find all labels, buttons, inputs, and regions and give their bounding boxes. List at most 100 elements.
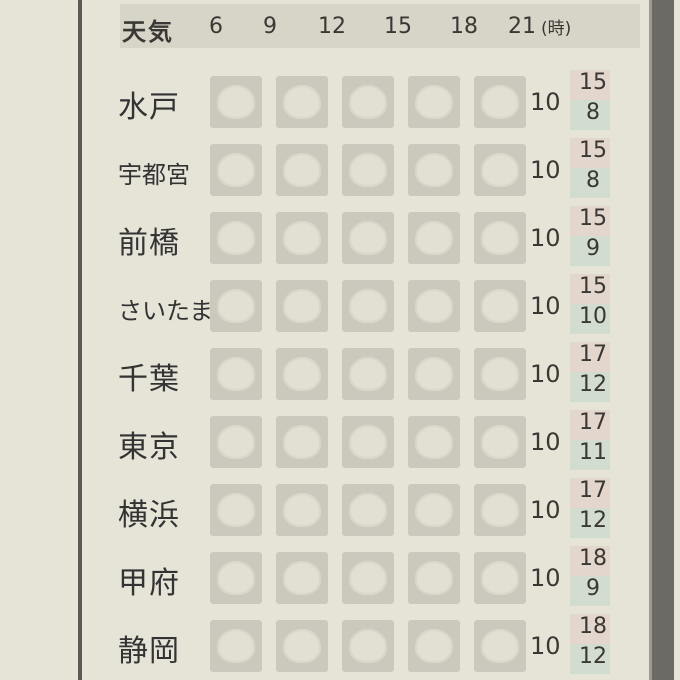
low-temperature: 9 — [586, 576, 600, 601]
cloud-shape — [415, 493, 453, 527]
city-name: さいたま — [118, 297, 214, 325]
low-temperature: 10 — [579, 304, 607, 329]
forecast-row: 水戸 10 15 8 — [110, 70, 620, 132]
precipitation-chance: 10 — [530, 632, 561, 660]
header-title: 天気 — [122, 18, 174, 46]
cloud-icon — [342, 348, 394, 400]
cloud-icon — [474, 416, 526, 468]
cloud-shape — [349, 493, 387, 527]
low-temperature: 8 — [586, 100, 600, 125]
forecast-row: 宇都宮 10 15 8 — [110, 138, 620, 200]
forecast-row: 前橋 10 15 9 — [110, 206, 620, 268]
cloud-icon — [210, 620, 262, 672]
cloud-shape — [349, 357, 387, 391]
cloud-shape — [283, 493, 321, 527]
forecast-row: 静岡 10 18 12 — [110, 614, 620, 676]
cloud-shape — [349, 629, 387, 663]
cloud-icon — [408, 144, 460, 196]
cloud-shape — [415, 425, 453, 459]
left-column-rule — [78, 0, 82, 680]
cloud-shape — [481, 85, 519, 119]
cloud-icon — [342, 212, 394, 264]
cloud-shape — [217, 289, 255, 323]
cloud-icon — [408, 552, 460, 604]
cloud-icon — [276, 212, 328, 264]
high-temperature: 17 — [579, 342, 607, 367]
cloud-shape — [283, 153, 321, 187]
cloud-icon — [342, 416, 394, 468]
right-column-rule — [652, 0, 674, 680]
cloud-icon — [474, 76, 526, 128]
cloud-shape — [481, 493, 519, 527]
cloud-shape — [217, 425, 255, 459]
cloud-shape — [349, 85, 387, 119]
cloud-icon — [342, 484, 394, 536]
low-temperature: 12 — [579, 508, 607, 533]
cloud-shape — [349, 221, 387, 255]
cloud-shape — [481, 221, 519, 255]
hour-label-12: 12 — [318, 14, 346, 39]
cloud-icon — [342, 76, 394, 128]
forecast-row: さいたま 10 15 10 — [110, 274, 620, 336]
cloud-shape — [349, 289, 387, 323]
cloud-shape — [349, 425, 387, 459]
cloud-icon — [474, 348, 526, 400]
forecast-header: 天気 6 9 12 15 18 21 (時) — [120, 4, 640, 48]
cloud-shape — [217, 153, 255, 187]
cloud-icon — [210, 552, 262, 604]
cloud-icon — [276, 76, 328, 128]
high-temperature: 18 — [579, 614, 607, 639]
cloud-shape — [415, 289, 453, 323]
low-temperature: 12 — [579, 372, 607, 397]
cloud-icon — [408, 348, 460, 400]
cloud-icon — [474, 484, 526, 536]
cloud-shape — [415, 357, 453, 391]
cloud-icon — [210, 76, 262, 128]
cloud-shape — [217, 85, 255, 119]
cloud-icon — [474, 144, 526, 196]
precipitation-chance: 10 — [530, 496, 561, 524]
cloud-icon — [342, 280, 394, 332]
low-temperature: 8 — [586, 168, 600, 193]
cloud-icon — [276, 620, 328, 672]
city-name: 千葉 — [118, 362, 180, 397]
cloud-icon — [474, 620, 526, 672]
precipitation-chance: 10 — [530, 88, 561, 116]
cloud-icon — [276, 552, 328, 604]
cloud-icon — [408, 212, 460, 264]
city-name: 前橋 — [118, 226, 180, 261]
cloud-icon — [276, 348, 328, 400]
cloud-icon — [474, 552, 526, 604]
cloud-icon — [210, 416, 262, 468]
cloud-icon — [210, 484, 262, 536]
low-temperature: 9 — [586, 236, 600, 261]
cloud-shape — [481, 289, 519, 323]
cloud-shape — [283, 561, 321, 595]
high-temperature: 15 — [579, 206, 607, 231]
cloud-shape — [481, 153, 519, 187]
cloud-icon — [276, 416, 328, 468]
cloud-shape — [283, 221, 321, 255]
cloud-shape — [283, 85, 321, 119]
high-temperature: 17 — [579, 410, 607, 435]
hour-label-6: 6 — [209, 14, 223, 39]
high-temperature: 18 — [579, 546, 607, 571]
cloud-icon — [276, 484, 328, 536]
cloud-shape — [481, 357, 519, 391]
high-temperature: 15 — [579, 138, 607, 163]
high-temperature: 17 — [579, 478, 607, 503]
city-name: 東京 — [118, 430, 180, 465]
precipitation-chance: 10 — [530, 360, 561, 388]
precipitation-chance: 10 — [530, 564, 561, 592]
cloud-shape — [481, 561, 519, 595]
cloud-shape — [415, 221, 453, 255]
cloud-shape — [283, 425, 321, 459]
cloud-icon — [342, 552, 394, 604]
hour-label-18: 18 — [450, 14, 478, 39]
hour-label-9: 9 — [263, 14, 277, 39]
cloud-icon — [210, 280, 262, 332]
cloud-shape — [217, 493, 255, 527]
city-name: 甲府 — [118, 566, 180, 601]
cloud-icon — [342, 620, 394, 672]
cloud-shape — [217, 357, 255, 391]
